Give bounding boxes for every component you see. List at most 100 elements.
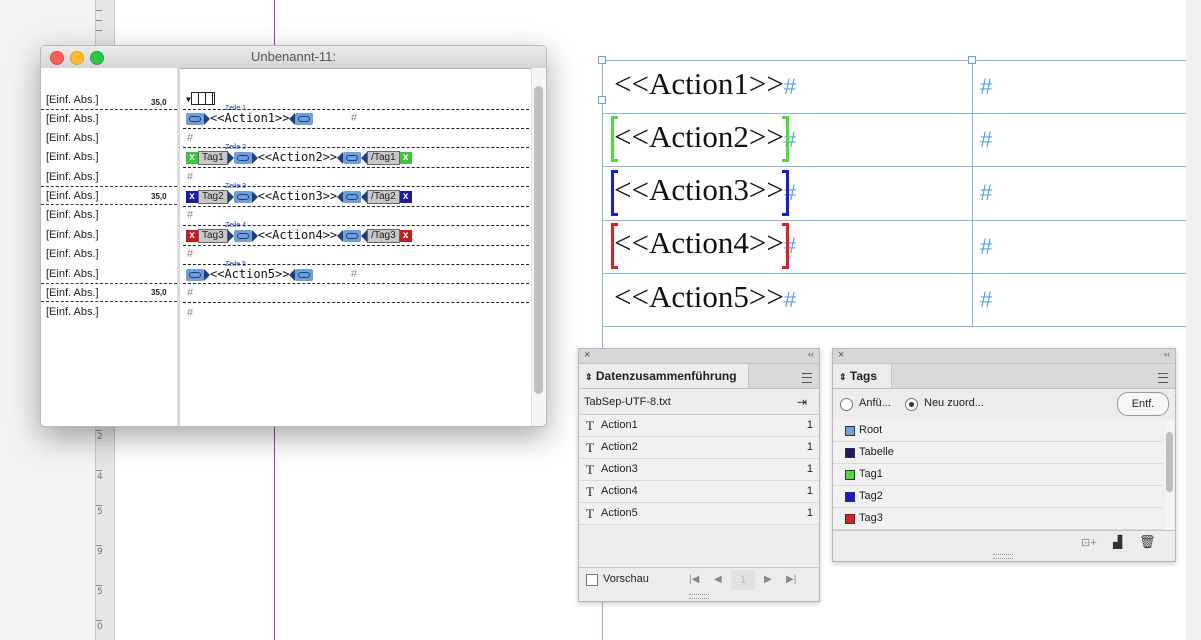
close-panel-icon[interactable]: ×	[584, 349, 590, 361]
row-separator	[41, 109, 177, 110]
tag-list-item[interactable]: Tag2	[833, 486, 1163, 508]
tag2-close-bracket	[782, 170, 789, 216]
table-cell[interactable]: <<Action1>>#	[614, 66, 796, 102]
tab-tags[interactable]: ⇕ Tags	[833, 364, 892, 388]
story-line-action2[interactable]: x Tag1 <<Action2>>/Tag1 x	[186, 150, 412, 166]
previous-record-icon[interactable]: ◀	[714, 574, 722, 585]
end-of-cell-marker: #	[783, 74, 797, 99]
tab-stepper-icon: ⇕	[585, 372, 593, 382]
paragraph-style-label: [Einf. Abs.]	[46, 306, 99, 318]
text-field-icon: T	[586, 418, 594, 433]
data-merge-panel[interactable]: × ‹‹ ⇕ Datenzusammenführung TabSep-UTF-8…	[578, 348, 820, 602]
tab-data-merge[interactable]: ⇕ Datenzusammenführung	[579, 364, 749, 388]
frame-handle[interactable]	[598, 56, 606, 64]
next-record-icon[interactable]: ▶	[764, 574, 772, 585]
new-tag-for-selection-icon[interactable]: ⊡+	[1081, 536, 1097, 549]
table-cell[interactable]: <<Action5>>#	[614, 279, 796, 315]
frame-handle[interactable]	[968, 56, 976, 64]
ruler-number: 5	[97, 587, 103, 597]
story-line-action3[interactable]: x Tag2 <<Action3>>/Tag2 x	[186, 189, 412, 205]
arrow-right-icon	[227, 229, 234, 242]
table-cell[interactable]: <<Action3>>#	[614, 172, 796, 208]
end-of-cell-marker: #	[980, 287, 993, 312]
text-field-icon: T	[586, 484, 594, 499]
link-icon	[233, 151, 252, 164]
tag-name: Tabelle	[859, 446, 894, 458]
scrollbar-thumb[interactable]	[1166, 432, 1173, 492]
collapse-panel-icon[interactable]: ‹‹	[808, 349, 814, 359]
tag-list-item[interactable]: Root	[833, 420, 1163, 442]
tag-open-label: Tag1	[198, 150, 228, 165]
window-title: Unbenannt-11:	[250, 49, 337, 64]
field-count: 1	[806, 507, 813, 519]
record-number-field[interactable]: 1	[731, 570, 755, 590]
tag3-close-bracket	[782, 223, 789, 269]
row-separator	[41, 283, 177, 284]
tag-list-item[interactable]: Tag3	[833, 508, 1163, 530]
tag-list-scrollbar[interactable]	[1164, 420, 1174, 530]
end-of-cell-marker: #	[783, 287, 797, 312]
field-name: Action5	[601, 507, 638, 519]
table-icon-row[interactable]: ▼	[186, 91, 215, 107]
data-field-row[interactable]: T Action1 1	[579, 415, 819, 437]
paragraph-style-label: [Einf. Abs.]	[46, 94, 99, 106]
story-line-action1[interactable]: <<Action1>>	[186, 111, 314, 127]
tags-panel[interactable]: × ‹‹ ⇕ Tags Anfü... Neu zuord... Entf. R…	[832, 348, 1176, 562]
tag-color-swatch	[845, 426, 855, 436]
row-separator	[41, 301, 177, 302]
table-cell[interactable]: <<Action2>>#	[614, 119, 796, 155]
tag-name: Root	[859, 424, 883, 436]
first-record-icon[interactable]: |◀	[689, 574, 699, 585]
tag-name: Tag3	[859, 512, 883, 524]
collapse-panel-icon[interactable]: ‹‹	[1164, 349, 1170, 359]
end-marker: #	[351, 268, 358, 280]
data-field-row[interactable]: T Action5 1	[579, 503, 819, 525]
data-source-filename: TabSep-UTF-8.txt	[584, 396, 671, 408]
layout-table[interactable]: <<Action1>># <<Action2>># <<Action3>># <…	[598, 56, 1186, 328]
panel-header[interactable]: × ‹‹	[579, 349, 819, 364]
text-field-icon: T	[586, 462, 594, 477]
radio-retag[interactable]	[905, 398, 918, 411]
data-field-row[interactable]: T Action3 1	[579, 459, 819, 481]
story-editor-window[interactable]: Unbenannt-11: [Einf. Abs.] [Einf. Abs.] …	[40, 45, 547, 427]
panel-menu-icon[interactable]	[802, 373, 812, 383]
end-of-cell-marker: #	[980, 74, 993, 99]
scrollbar-thumb[interactable]	[534, 86, 543, 394]
table-cell[interactable]: <<Action4>>#	[614, 225, 796, 261]
panel-menu-icon[interactable]	[1158, 373, 1168, 383]
resize-grip[interactable]	[689, 594, 709, 599]
data-field-row[interactable]: T Action2 1	[579, 437, 819, 459]
new-tag-icon[interactable]: ▟	[1113, 535, 1122, 549]
ruler-number: 0	[97, 622, 103, 632]
row-separator	[183, 128, 529, 129]
column-divider[interactable]	[177, 68, 180, 426]
story-line-action5[interactable]: <<Action5>>	[186, 267, 314, 283]
end-of-cell-marker: #	[980, 234, 993, 259]
window-titlebar[interactable]: Unbenannt-11:	[41, 46, 546, 69]
end-marker: #	[187, 132, 194, 144]
paragraph-style-label: [Einf. Abs.]	[46, 190, 99, 202]
tag-list-item[interactable]: Tabelle	[833, 442, 1163, 464]
frame-handle[interactable]	[598, 96, 606, 104]
resize-grip[interactable]	[993, 554, 1013, 559]
trash-icon[interactable]: 🗑	[1139, 534, 1156, 550]
tag-list-item[interactable]: Tag1	[833, 464, 1163, 486]
panel-header[interactable]: × ‹‹	[833, 349, 1175, 364]
data-field-row[interactable]: T Action4 1	[579, 481, 819, 503]
last-record-icon[interactable]: ▶|	[786, 574, 796, 585]
tag-close-label: /Tag1	[367, 150, 400, 165]
paragraph-style-label: [Einf. Abs.]	[46, 287, 99, 299]
story-line-action4[interactable]: x Tag3 <<Action4>>/Tag3 x	[186, 228, 412, 244]
tag2-close-icon: x	[399, 190, 412, 203]
preview-checkbox[interactable]	[586, 574, 598, 586]
end-of-cell-marker: #	[980, 180, 993, 205]
close-panel-icon[interactable]: ×	[838, 349, 844, 361]
cell-text: <<Action1>>	[614, 66, 784, 101]
select-data-source-icon[interactable]: ⇥	[797, 395, 807, 409]
radio-add[interactable]	[840, 398, 853, 411]
remove-tag-button[interactable]: Entf.	[1117, 392, 1169, 416]
end-marker: #	[187, 209, 194, 221]
field-name: Action3	[601, 463, 638, 475]
tag-color-swatch	[845, 514, 855, 524]
field-count: 1	[806, 441, 813, 453]
